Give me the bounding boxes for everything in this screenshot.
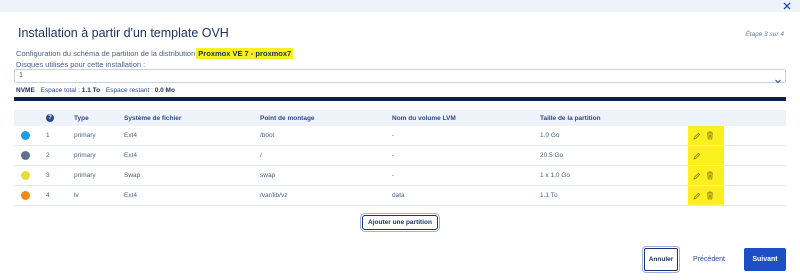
actions-group	[688, 126, 724, 145]
next-button[interactable]: Suivant	[744, 248, 786, 271]
partition-mountpoint: /	[260, 152, 262, 159]
partition-color-dot	[21, 171, 30, 180]
header-type: Type	[74, 114, 89, 122]
table-row: 2 primary Ext4 / - 20.5 Go	[14, 146, 786, 166]
disks-select[interactable]: 1	[14, 69, 786, 84]
actions-group	[688, 186, 724, 205]
partition-table: ? Type Système de fichier Point de monta…	[14, 110, 786, 206]
partition-color-dot	[21, 131, 30, 140]
partition-type: primary	[74, 172, 96, 179]
config-line: Configuration du schéma de partition de …	[16, 48, 294, 59]
table-header-row: ? Type Système de fichier Point de monta…	[14, 110, 786, 126]
partition-actions	[688, 146, 786, 166]
trash-icon[interactable]	[706, 191, 714, 200]
header-actions	[688, 110, 786, 126]
help-icon: ?	[46, 114, 54, 122]
edit-icon[interactable]	[693, 192, 701, 200]
top-bar	[0, 0, 800, 12]
partition-type: primary	[74, 152, 96, 159]
remaining-space-value: 0.0 Mo	[154, 87, 175, 94]
storage-type: NVME	[16, 87, 35, 94]
partition-mountpoint: swap	[260, 172, 276, 179]
actions-group	[688, 166, 724, 185]
header-order[interactable]: ?	[44, 110, 72, 126]
distribution-name: Proxmox VE 7 - proxmox7	[196, 48, 294, 59]
partition-order: 1	[46, 132, 50, 139]
partition-mountpoint: /boot	[260, 132, 275, 139]
edit-icon[interactable]	[693, 152, 701, 160]
partition-color-cell	[14, 186, 44, 206]
chevron-down-icon	[774, 72, 782, 84]
total-space-value: 1.1 To	[81, 87, 101, 94]
header-lvm: Nom du volume LVM	[392, 114, 456, 122]
edit-icon[interactable]	[693, 172, 701, 180]
config-label: Configuration du schéma de partition de …	[16, 49, 196, 58]
add-partition-button[interactable]: Ajouter une partition	[360, 213, 440, 232]
trash-icon[interactable]	[706, 131, 714, 140]
partition-lvm-name: -	[392, 132, 395, 139]
partition-order: 3	[46, 172, 50, 179]
header-mountpoint: Point de montage	[260, 114, 315, 122]
header-filesystem: Système de fichier	[124, 114, 182, 122]
partition-type: lv	[74, 192, 79, 199]
partition-filesystem: Ext4	[124, 132, 138, 139]
partition-order: 2	[46, 152, 50, 159]
partition-filesystem: Ext4	[124, 192, 138, 199]
partition-lvm-name: -	[392, 152, 395, 159]
cancel-button[interactable]: Annuler	[642, 246, 680, 273]
close-icon[interactable]	[781, 0, 793, 12]
disks-label: Disques utilisés pour cette installation…	[16, 60, 146, 69]
disks-select-value: 1	[19, 72, 23, 79]
partition-order: 4	[46, 192, 50, 199]
partition-color-cell	[14, 126, 44, 146]
partition-size: 20.5 Go	[540, 152, 564, 159]
header-color	[14, 110, 44, 126]
partition-size: 1.0 Go	[540, 132, 560, 139]
dialog-title: Installation à partir d'un template OVH	[18, 26, 229, 40]
remaining-space-label: Espace restant :	[105, 87, 153, 94]
storage-info: NVME Espace total : 1.1 To Espace restan…	[16, 87, 175, 94]
total-space-label: Espace total :	[40, 87, 80, 94]
partition-lvm-name: data	[392, 192, 405, 199]
partition-color-dot	[21, 151, 30, 160]
partition-color-dot	[21, 191, 30, 200]
partition-actions	[688, 126, 786, 146]
partition-actions	[688, 166, 786, 186]
space-usage-bar	[14, 97, 786, 101]
table-row: 3 primary Swap swap - 1 x 1.0 Go	[14, 166, 786, 186]
partition-filesystem: Ext4	[124, 152, 138, 159]
partition-actions	[688, 186, 786, 206]
partition-lvm-name: -	[392, 172, 395, 179]
table-row: 4 lv Ext4/var/lib/vz data 1.1 To	[14, 186, 786, 206]
partition-type: primary	[74, 132, 96, 139]
actions-group	[688, 146, 724, 165]
partition-mountpoint: /var/lib/vz	[260, 192, 288, 199]
step-indicator: Étape 3 sur 4	[745, 31, 784, 38]
edit-icon[interactable]	[693, 132, 701, 140]
partition-color-cell	[14, 146, 44, 166]
previous-button[interactable]: Précédent	[686, 248, 732, 271]
header-size: Taille de la partition	[540, 114, 601, 122]
partition-size: 1 x 1.0 Go	[540, 172, 570, 179]
trash-icon[interactable]	[706, 171, 714, 180]
table-row: 1 primary Ext4/boot - 1.0 Go	[14, 126, 786, 146]
partition-filesystem: Swap	[124, 172, 141, 179]
partition-size: 1.1 To	[540, 192, 558, 199]
partition-color-cell	[14, 166, 44, 186]
